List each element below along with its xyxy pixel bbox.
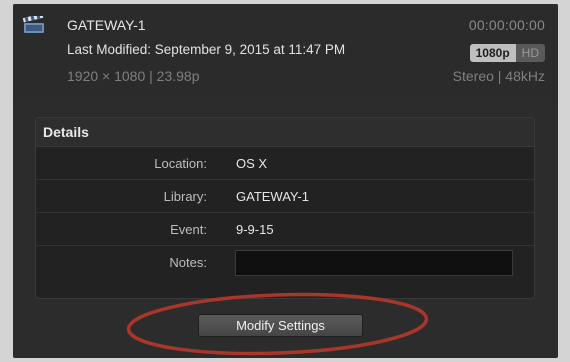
event-label: Event: xyxy=(170,222,207,237)
location-label: Location: xyxy=(154,156,207,171)
clapperboard-icon xyxy=(23,16,44,33)
detail-row-location: Location: OS X xyxy=(36,147,534,180)
event-value: 9-9-15 xyxy=(236,222,274,237)
detail-row-event: Event: 9-9-15 xyxy=(36,213,534,246)
hd-badge: HD xyxy=(515,44,545,62)
details-section: Details Location: OS X Library: GATEWAY-… xyxy=(35,117,535,299)
audio-specs: Stereo | 48kHz xyxy=(452,68,545,84)
format-badges: 1080p HD xyxy=(469,44,545,62)
last-modified-text: Last Modified: September 9, 2015 at 11:4… xyxy=(67,42,346,57)
notes-input[interactable] xyxy=(235,250,513,276)
clip-timecode: 00:00:00:00 xyxy=(468,17,545,33)
detail-row-library: Library: GATEWAY-1 xyxy=(36,180,534,213)
video-specs: 1920 × 1080 | 23.98p xyxy=(67,68,200,84)
library-value: GATEWAY-1 xyxy=(236,189,309,204)
clip-info-panel: GATEWAY-1 00:00:00:00 Last Modified: Sep… xyxy=(13,4,558,358)
library-label: Library: xyxy=(163,189,207,204)
clip-header: GATEWAY-1 00:00:00:00 Last Modified: Sep… xyxy=(13,4,558,102)
notes-label: Notes: xyxy=(169,255,207,270)
modify-settings-button[interactable]: Modify Settings xyxy=(198,314,363,337)
detail-row-notes: Notes: xyxy=(36,246,534,279)
details-title: Details xyxy=(36,118,534,147)
location-value: OS X xyxy=(236,156,268,171)
resolution-badge: 1080p xyxy=(469,44,516,62)
clip-name: GATEWAY-1 xyxy=(67,17,146,33)
